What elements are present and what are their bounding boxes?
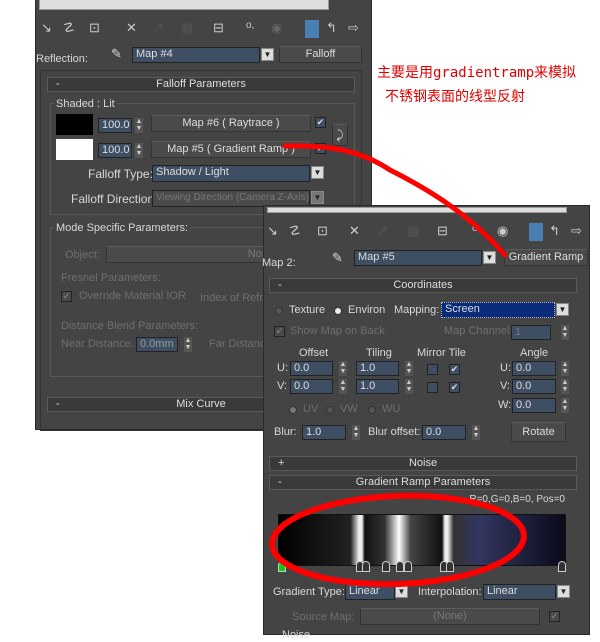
red-circle-stroke — [269, 492, 527, 588]
annotation-overlay — [269, 143, 527, 588]
red-arrow-stroke — [282, 143, 508, 258]
